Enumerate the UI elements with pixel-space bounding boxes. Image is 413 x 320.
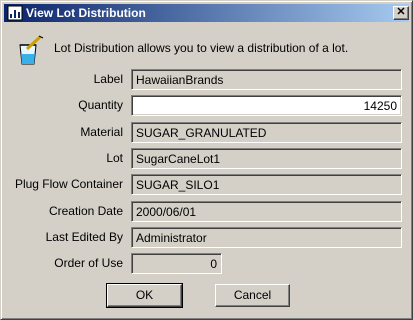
container-field-label: Plug Flow Container xyxy=(14,177,123,191)
order-of-use-field[interactable]: 0 xyxy=(131,253,222,274)
container-field[interactable]: SUGAR_SILO1 xyxy=(131,174,402,195)
creation-date-field-label: Creation Date xyxy=(48,204,123,218)
material-field[interactable]: SUGAR_GRANULATED xyxy=(131,122,402,143)
beaker-icon xyxy=(19,35,44,65)
dialog-window: View Lot Distribution ✕ Lot Distribution… xyxy=(0,0,413,320)
close-button[interactable]: ✕ xyxy=(393,6,409,20)
ok-button[interactable]: OK xyxy=(106,283,183,308)
creation-date-field[interactable]: 2000/06/01 xyxy=(131,201,402,222)
lot-field[interactable]: SugarCaneLot1 xyxy=(131,148,402,169)
quantity-field-label: Quantity xyxy=(78,98,123,112)
order-of-use-field-label: Order of Use xyxy=(54,256,123,270)
cancel-button[interactable]: Cancel xyxy=(215,284,290,307)
intro-text: Lot Distribution allows you to view a di… xyxy=(54,41,349,55)
label-field[interactable]: HawaiianBrands xyxy=(131,69,402,90)
label-field-label: Label xyxy=(93,72,123,86)
lot-distribution-icon xyxy=(7,5,23,21)
material-field-label: Material xyxy=(80,125,123,139)
last-edited-by-field[interactable]: Administrator xyxy=(131,227,402,248)
quantity-field[interactable]: 14250 xyxy=(131,95,402,116)
title-bar[interactable]: View Lot Distribution ✕ xyxy=(4,4,409,22)
last-edited-by-field-label: Last Edited By xyxy=(45,230,123,244)
lot-field-label: Lot xyxy=(106,151,123,165)
window-title: View Lot Distribution xyxy=(26,6,146,20)
